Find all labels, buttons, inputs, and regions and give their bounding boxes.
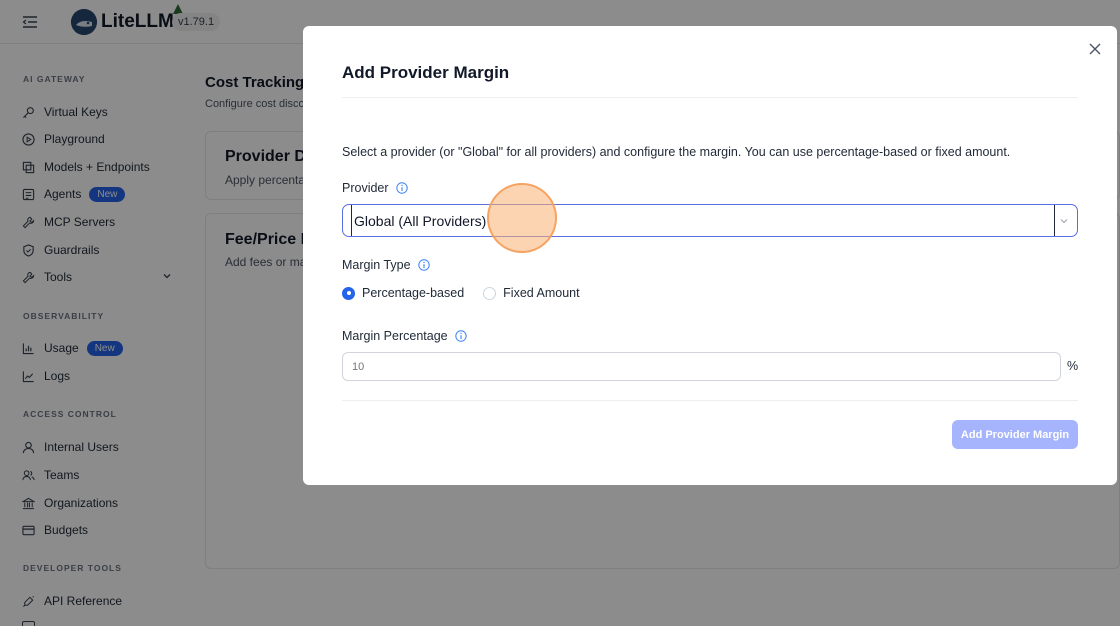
margin-percentage-label-text: Margin Percentage [342,329,448,343]
margin-type-label: Margin Type [342,258,430,272]
provider-label-text: Provider [342,181,389,195]
click-indicator [487,183,557,253]
info-icon[interactable] [454,330,467,342]
chevron-down-icon[interactable] [1059,216,1069,226]
percentage-based-radio[interactable] [342,286,355,300]
info-icon[interactable] [417,259,430,271]
provider-label: Provider [342,181,408,195]
provider-select[interactable]: Global (All Providers) [342,204,1078,237]
provider-select-input[interactable]: Global (All Providers) [351,205,1055,236]
percent-suffix: % [1067,359,1079,373]
margin-type-label-text: Margin Type [342,258,411,272]
margin-percentage-label: Margin Percentage [342,329,467,343]
percentage-based-label[interactable]: Percentage-based [362,286,464,300]
modal-divider [342,97,1078,98]
fixed-amount-label[interactable]: Fixed Amount [503,286,579,300]
modal-footer-divider [342,400,1078,401]
add-provider-margin-modal: Add Provider Margin Select a provider (o… [303,26,1117,485]
fixed-amount-radio[interactable] [483,286,497,300]
provider-selected-value: Global (All Providers) [354,212,487,229]
modal-description: Select a provider (or "Global" for all p… [342,145,1011,159]
margin-percentage-input[interactable] [342,352,1061,381]
add-provider-margin-button[interactable]: Add Provider Margin [952,420,1078,449]
modal-title: Add Provider Margin [342,63,510,82]
margin-type-radio-group: Percentage-based Fixed Amount [342,286,599,300]
info-icon[interactable] [395,182,408,194]
close-icon[interactable] [1088,42,1102,56]
